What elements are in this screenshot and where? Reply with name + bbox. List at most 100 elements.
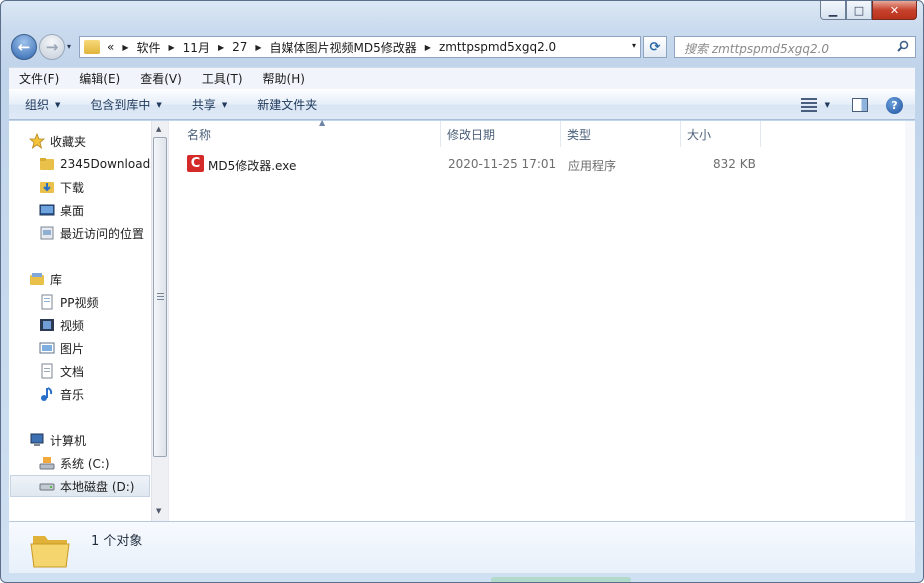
library-icon — [30, 273, 44, 285]
breadcrumb-item[interactable]: 自媒体图片视频MD5修改器 — [267, 39, 420, 56]
scrollbar-thumb[interactable] — [153, 137, 167, 457]
view-options-icon[interactable] — [800, 98, 817, 112]
nav-music-label: 音乐 — [60, 387, 85, 402]
video-library-icon — [40, 319, 54, 331]
nav-pp-video[interactable]: PP视频 — [39, 291, 151, 313]
music-note-icon — [41, 387, 53, 401]
command-bar: 组织 ▼ 包含到库中 ▼ 共享 ▼ 新建文件夹 ▼ ? — [9, 89, 915, 120]
back-button[interactable]: ← — [11, 34, 37, 60]
download-folder-icon — [40, 182, 54, 193]
menu-tools[interactable]: 工具(T) — [192, 70, 253, 87]
nav-drive-d[interactable]: 本地磁盘 (D:) — [10, 475, 150, 497]
breadcrumb-item[interactable]: 27 — [229, 40, 250, 54]
column-header-modified[interactable]: 修改日期 — [441, 121, 561, 147]
scroll-up-icon[interactable]: ▲ — [156, 125, 161, 133]
nav-favorites-label: 收藏夹 — [50, 134, 87, 149]
explorer-window: ▁ □ ✕ ← → ▾ « ▶ 软件 ▶ 11月 ▶ 27 ▶ 自媒体图片视频M… — [0, 0, 924, 583]
forward-button[interactable]: → — [39, 34, 65, 60]
star-icon — [29, 133, 45, 149]
nav-documents[interactable]: 文档 — [39, 360, 151, 382]
address-bar[interactable]: « ▶ 软件 ▶ 11月 ▶ 27 ▶ 自媒体图片视频MD5修改器 ▶ zmtt… — [79, 36, 641, 58]
nav-downloads[interactable]: 下载 — [39, 176, 151, 198]
hard-drive-icon — [39, 483, 55, 491]
nav-drive-c-label: 系统 (C:) — [60, 456, 110, 471]
file-list-edge — [905, 121, 915, 521]
search-input[interactable]: 搜索 zmttpspmd5xgq2.0 — [674, 36, 916, 58]
content-area: 收藏夹 2345Downloads 下载 桌面 最近访问的位置 库 PP视频 视… — [9, 118, 915, 521]
breadcrumb-separator-icon[interactable]: ▶ — [250, 43, 266, 52]
preview-pane-icon[interactable] — [852, 98, 868, 112]
chevron-down-icon: ▼ — [156, 100, 162, 109]
nav-music[interactable]: 音乐 — [39, 383, 151, 405]
desktop-icon — [39, 204, 55, 216]
share-button[interactable]: 共享 ▼ — [176, 96, 241, 113]
nav-2345downloads[interactable]: 2345Downloads — [39, 153, 151, 175]
chevron-down-icon: ▼ — [221, 100, 228, 109]
refresh-button[interactable]: ⟳ — [643, 36, 667, 58]
column-header-type[interactable]: 类型 — [561, 121, 681, 147]
file-name[interactable]: MD5修改器.exe — [208, 157, 296, 174]
nav-libraries[interactable]: 库 — [29, 268, 151, 290]
close-button[interactable]: ✕ — [872, 1, 917, 20]
scroll-down-icon[interactable]: ▼ — [156, 507, 161, 515]
toolbar-right: ▼ ? — [800, 90, 915, 120]
recent-pages-dropdown[interactable]: ▾ — [67, 42, 71, 51]
column-type-label: 类型 — [567, 127, 592, 142]
view-dropdown-icon[interactable]: ▼ — [825, 101, 830, 109]
breadcrumb-separator-icon[interactable]: ▶ — [213, 43, 229, 52]
navigation-row: ← → ▾ « ▶ 软件 ▶ 11月 ▶ 27 ▶ 自媒体图片视频MD5修改器 … — [1, 31, 923, 61]
breadcrumb-overflow[interactable]: « — [104, 40, 117, 54]
document-library-icon — [41, 294, 53, 310]
nav-favorites[interactable]: 收藏夹 — [29, 130, 151, 152]
nav-pictures[interactable]: 图片 — [39, 337, 151, 359]
minimize-button[interactable]: ▁ — [820, 1, 846, 20]
menu-file[interactable]: 文件(F) — [9, 70, 69, 87]
file-row[interactable]: C MD5修改器.exe 2020-11-25 17:01 应用程序 832 K… — [169, 151, 769, 177]
breadcrumb-separator-icon[interactable]: ▶ — [164, 43, 180, 52]
breadcrumb-item[interactable]: 软件 — [134, 39, 164, 56]
nav-drive-c[interactable]: 系统 (C:) — [39, 452, 151, 474]
menu-view[interactable]: 查看(V) — [130, 70, 192, 87]
file-type: 应用程序 — [568, 159, 617, 173]
help-icon[interactable]: ? — [886, 96, 903, 114]
organize-button[interactable]: 组织 ▼ — [9, 96, 74, 113]
file-size: 832 KB — [713, 157, 756, 171]
nav-desktop-label: 桌面 — [60, 203, 85, 218]
document-icon — [41, 363, 53, 379]
menu-bar: 文件(F) 编辑(E) 查看(V) 工具(T) 帮助(H) — [9, 67, 915, 89]
search-icon[interactable] — [897, 40, 909, 52]
search-placeholder: 搜索 zmttpspmd5xgq2.0 — [684, 42, 830, 56]
nav-desktop[interactable]: 桌面 — [39, 199, 151, 221]
nav-libraries-label: 库 — [50, 272, 63, 287]
breadcrumb-item-current[interactable]: zmttpspmd5xgq2.0 — [436, 40, 559, 54]
maximize-button[interactable]: □ — [846, 1, 872, 20]
nav-drive-d-label: 本地磁盘 (D:) — [60, 479, 135, 494]
nav-videos-label: 视频 — [60, 318, 85, 333]
breadcrumb-separator-icon[interactable]: ▶ — [420, 43, 436, 52]
nav-recent-places[interactable]: 最近访问的位置 — [39, 222, 151, 244]
file-modified: 2020-11-25 17:01 — [448, 157, 557, 171]
new-folder-label: 新建文件夹 — [257, 98, 318, 112]
folder-icon — [40, 158, 54, 170]
new-folder-button[interactable]: 新建文件夹 — [241, 96, 331, 113]
include-in-library-button[interactable]: 包含到库中 ▼ — [74, 96, 175, 113]
menu-help[interactable]: 帮助(H) — [253, 70, 315, 87]
system-drive-icon — [39, 457, 55, 470]
navigation-pane-scrollbar[interactable]: ▲ ▼ — [151, 121, 168, 521]
nav-videos[interactable]: 视频 — [39, 314, 151, 336]
include-in-library-label: 包含到库中 — [90, 98, 151, 112]
nav-recent-places-label: 最近访问的位置 — [60, 226, 145, 241]
nav-computer[interactable]: 计算机 — [29, 429, 151, 451]
title-bar[interactable]: ▁ □ ✕ — [1, 1, 923, 31]
address-dropdown-icon[interactable]: ▾ — [632, 41, 636, 50]
column-header-size[interactable]: 大小 — [681, 121, 761, 147]
menu-edit[interactable]: 编辑(E) — [69, 70, 130, 87]
column-name-label: 名称 — [187, 127, 212, 142]
breadcrumb-item[interactable]: 11月 — [180, 39, 213, 56]
share-label: 共享 — [191, 98, 216, 112]
picture-library-icon — [39, 342, 55, 354]
column-header-name[interactable]: 名称 ▲ — [181, 118, 441, 147]
recent-places-icon — [40, 226, 54, 240]
navigation-pane: 收藏夹 2345Downloads 下载 桌面 最近访问的位置 库 PP视频 视… — [9, 121, 151, 521]
breadcrumb-separator-icon[interactable]: ▶ — [117, 43, 133, 52]
